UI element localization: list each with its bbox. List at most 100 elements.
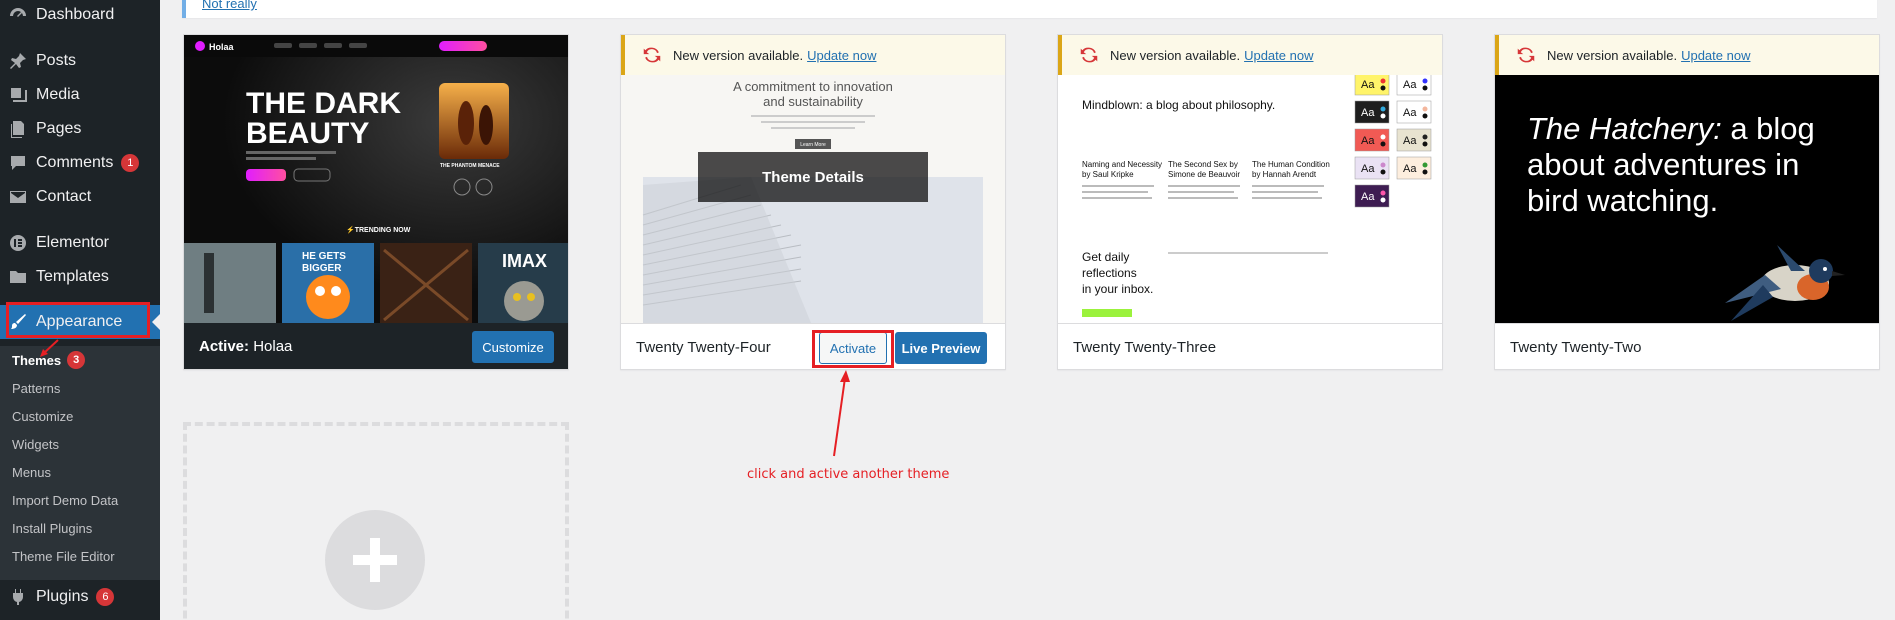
submenu-theme-file-editor[interactable]: Theme File Editor (12, 542, 115, 570)
svg-text:by Hannah Arendt: by Hannah Arendt (1252, 170, 1317, 179)
sidebar-item-label: Templates (36, 268, 109, 285)
theme-card-twenty-twenty-four[interactable]: A commitment to innovation and sustainab… (620, 34, 1006, 370)
not-really-link[interactable]: Not really (202, 0, 257, 11)
annotation-text: click and active another theme (747, 467, 950, 482)
top-notice: Not really (182, 0, 1877, 18)
theme-screenshot-holaa[interactable]: Holaa THE DARK BEAUTY THE PHANTOM MENACE… (184, 35, 568, 323)
update-now-link-tt2[interactable]: Update now (1681, 48, 1750, 63)
sidebar-item-elementor[interactable]: Elementor (0, 226, 160, 260)
sidebar-item-comments[interactable]: Comments 1 (0, 146, 160, 180)
style-swatch-dot (1380, 134, 1386, 140)
sidebar-item-media[interactable]: Media (0, 78, 160, 112)
themes-update-badge: 3 (67, 351, 86, 369)
theme-details-button[interactable]: Theme Details (698, 152, 928, 202)
comments-icon (0, 153, 36, 173)
sidebar-item-label: Contact (36, 188, 92, 205)
update-notice-tt3: New version available. Update now (1058, 35, 1442, 75)
theme-name-tt4: Twenty Twenty-Four (636, 339, 771, 356)
plugins-count-badge: 6 (96, 588, 115, 606)
sidebar-item-label: Comments (36, 154, 114, 171)
submenu-patterns[interactable]: Patterns (12, 374, 60, 402)
submenu-widgets[interactable]: Widgets (12, 430, 59, 458)
submenu-install-plugins[interactable]: Install Plugins (12, 514, 92, 542)
bird-illustration (1725, 245, 1845, 321)
svg-text:BIGGER: BIGGER (302, 263, 342, 274)
live-preview-button[interactable]: Live Preview (895, 332, 987, 364)
update-icon (643, 47, 661, 63)
annotation-arrow-activate (833, 370, 850, 457)
style-swatch-dot (1422, 106, 1428, 112)
svg-text:IMAX: IMAX (502, 251, 547, 271)
style-swatch-dot (1380, 78, 1386, 84)
style-swatch-dot (1422, 169, 1428, 175)
elementor-icon (0, 233, 36, 253)
sidebar-item-posts[interactable]: Posts (0, 44, 160, 78)
sidebar-item-plugins[interactable]: Plugins 6 (0, 580, 160, 614)
style-swatch-label: Aa (1361, 135, 1375, 147)
svg-text:Naming and Necessity: Naming and Necessity (1082, 160, 1162, 169)
style-swatch-label: Aa (1361, 191, 1375, 203)
svg-text:⚡TRENDING NOW: ⚡TRENDING NOW (346, 225, 411, 234)
svg-text:bird watching.: bird watching. (1527, 183, 1718, 218)
annotation-highlight-appearance (6, 302, 150, 338)
customize-button[interactable]: Customize (472, 331, 554, 363)
theme-screenshot-tt3[interactable]: Mindblown: a blog about philosophy. Nami… (1058, 35, 1442, 323)
svg-text:in your inbox.: in your inbox. (1082, 282, 1153, 296)
submenu-themes[interactable]: Themes 3 (12, 346, 86, 374)
svg-text:Learn More: Learn More (800, 142, 826, 148)
submenu-label: Themes (12, 352, 62, 368)
theme-card-twenty-twenty-three[interactable]: Mindblown: a blog about philosophy. Nami… (1057, 34, 1443, 370)
sidebar-item-pages[interactable]: Pages (0, 112, 160, 146)
sidebar-item-contact[interactable]: Contact (0, 180, 160, 214)
style-swatch-dot (1422, 134, 1428, 140)
submenu-customize[interactable]: Customize (12, 402, 73, 430)
theme-name-tt3: Twenty Twenty-Three (1073, 339, 1217, 356)
add-new-theme-card[interactable] (183, 422, 569, 620)
svg-text:and sustainability: and sustainability (763, 94, 863, 109)
sidebar-item-templates[interactable]: Templates (0, 260, 160, 294)
style-swatch-dot (1422, 141, 1428, 147)
svg-text:The Second Sex by: The Second Sex by (1168, 160, 1238, 169)
svg-text:Get daily: Get daily (1082, 250, 1129, 264)
plus-icon (325, 510, 425, 610)
theme-footer-tt2: Twenty Twenty-Two (1495, 323, 1879, 369)
svg-text:Mindblown: a blog about philos: Mindblown: a blog about philosophy. (1082, 98, 1275, 112)
sidebar-item-dashboard[interactable]: Dashboard (0, 0, 160, 32)
folder-icon (0, 267, 36, 287)
style-swatch-dot (1380, 169, 1386, 175)
sidebar-item-label: Media (36, 86, 80, 103)
update-now-link-tt4[interactable]: Update now (807, 48, 876, 63)
style-swatch-dot (1422, 85, 1428, 91)
media-icon (0, 85, 36, 105)
update-icon (1517, 47, 1535, 63)
theme-card-twenty-twenty-two[interactable]: The Hatchery: a blog about adventures in… (1494, 34, 1880, 370)
pages-icon (0, 119, 36, 139)
active-theme-name: Active: Holaa (199, 338, 293, 355)
svg-text:The Hatchery: a blog: The Hatchery: a blog (1527, 111, 1815, 146)
style-swatch-label: Aa (1403, 79, 1417, 91)
theme-footer-holaa: Active: Holaa Customize (184, 323, 568, 369)
svg-text:Simone de Beauvoir: Simone de Beauvoir (1168, 170, 1240, 179)
admin-sidebar: Dashboard Posts Media Pages Comments 1 C… (0, 0, 160, 620)
style-swatch-label: Aa (1403, 135, 1417, 147)
holaa-headline-2: BEAUTY (246, 117, 369, 150)
sidebar-item-label: Dashboard (36, 6, 115, 23)
update-now-link-tt3[interactable]: Update now (1244, 48, 1313, 63)
style-swatch-dot (1380, 85, 1386, 91)
sidebar-item-label: Plugins (36, 588, 89, 605)
submenu-import-demo-data[interactable]: Import Demo Data (12, 486, 118, 514)
sidebar-item-label: Pages (36, 120, 82, 137)
update-icon (1080, 47, 1098, 63)
style-swatch-dot (1380, 162, 1386, 168)
svg-text:reflections: reflections (1082, 266, 1137, 280)
style-swatch-dot (1380, 113, 1386, 119)
theme-card-holaa[interactable]: Holaa THE DARK BEAUTY THE PHANTOM MENACE… (183, 34, 569, 370)
current-menu-arrow (152, 314, 160, 330)
submenu-menus[interactable]: Menus (12, 458, 51, 486)
theme-footer-tt3: Twenty Twenty-Three (1058, 323, 1442, 369)
theme-screenshot-tt2[interactable]: The Hatchery: a blog about adventures in… (1495, 35, 1879, 323)
plugin-icon (0, 587, 36, 607)
style-swatch-label: Aa (1403, 107, 1417, 119)
style-swatch-dot (1422, 162, 1428, 168)
style-swatch-label: Aa (1361, 107, 1375, 119)
